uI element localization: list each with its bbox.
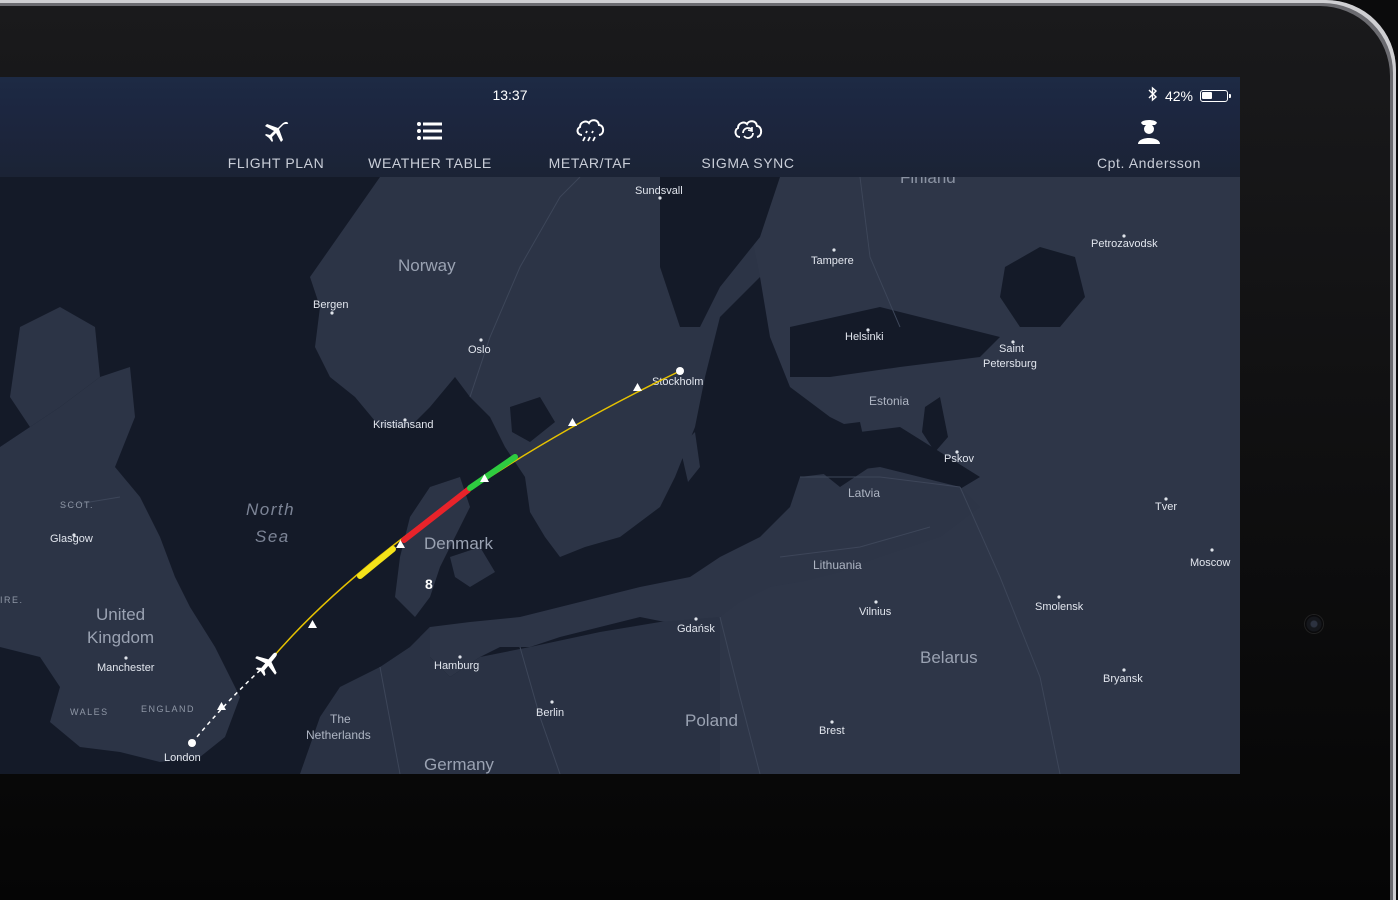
tab-sigma-sync-label: SIGMA SYNC — [701, 155, 795, 171]
label-netherlands-line1: The — [330, 712, 351, 726]
label-scotland: SCOT. — [60, 500, 94, 510]
label-latvia: Latvia — [848, 486, 880, 500]
tab-flight-plan-label: FLIGHT PLAN — [227, 155, 325, 171]
camera-lens — [1305, 615, 1323, 633]
label-sundsvall: Sundsvall — [635, 185, 683, 197]
label-tampere: Tampere — [811, 255, 854, 267]
label-estonia: Estonia — [869, 394, 909, 408]
label-england: ENGLAND — [141, 704, 195, 714]
label-wales: WALES — [70, 707, 109, 717]
label-norway: Norway — [398, 256, 456, 275]
label-berlin: Berlin — [536, 707, 564, 719]
label-brest: Brest — [819, 725, 845, 737]
tab-metar-taf-label: METAR/TAF — [548, 155, 632, 171]
battery-icon — [1200, 89, 1231, 102]
label-ireland: IRE. — [0, 595, 24, 605]
label-lithuania: Lithuania — [813, 558, 862, 572]
user-name-label: Cpt. Andersson — [1096, 155, 1202, 171]
list-icon — [416, 115, 444, 147]
label-gdansk: Gdańsk — [677, 623, 715, 635]
tab-flight-plan[interactable]: FLIGHT PLAN — [228, 111, 324, 177]
label-glasgow: Glasgow — [50, 533, 93, 545]
battery-fill — [1202, 91, 1212, 99]
app-screen: 13:37 42% FLIGHT PLAN WEATHER TABLE META… — [0, 77, 1240, 774]
origin-airport-dot[interactable] — [188, 739, 196, 747]
label-london: London — [164, 752, 201, 764]
label-belarus: Belarus — [920, 648, 978, 667]
destination-airport-dot[interactable] — [676, 367, 684, 375]
label-north-sea-line1: North — [246, 500, 295, 519]
label-bergen: Bergen — [313, 299, 348, 311]
battery-percent: 42% — [1164, 87, 1193, 104]
bluetooth-icon — [1148, 86, 1158, 105]
label-vilnius: Vilnius — [859, 606, 892, 618]
label-oslo: Oslo — [468, 344, 491, 356]
status-bar: 13:37 42% — [0, 77, 1240, 111]
label-saint-petersburg-line1: Saint — [999, 343, 1024, 355]
status-time: 13:37 — [492, 87, 528, 103]
label-germany: Germany — [424, 755, 494, 774]
label-pskov: Pskov — [944, 453, 974, 465]
label-kristiansand: Kristiansand — [373, 419, 434, 431]
label-bryansk: Bryansk — [1103, 673, 1143, 685]
label-hamburg: Hamburg — [434, 660, 479, 672]
label-helsinki: Helsinki — [845, 331, 884, 343]
pilot-icon — [1136, 115, 1162, 147]
label-denmark: Denmark — [424, 534, 493, 553]
route-marker-label: 8 — [425, 576, 433, 592]
label-netherlands-line2: Netherlands — [306, 728, 371, 742]
tab-metar-taf[interactable]: METAR/TAF — [547, 111, 633, 177]
label-manchester: Manchester — [97, 662, 155, 674]
label-moscow: Moscow — [1190, 557, 1230, 569]
label-uk-line2: Kingdom — [87, 628, 154, 647]
map-canvas[interactable]: Finland Norway Denmark Estonia Latvia Li… — [0, 177, 1240, 774]
map-view[interactable]: Finland Norway Denmark Estonia Latvia Li… — [0, 177, 1240, 774]
label-uk-line1: United — [96, 605, 145, 624]
cloud-sync-icon — [731, 115, 765, 147]
label-smolensk: Smolensk — [1035, 601, 1084, 613]
label-north-sea-line2: Sea — [255, 527, 290, 546]
label-petrozavodsk: Petrozavodsk — [1091, 238, 1158, 250]
tab-sigma-sync[interactable]: SIGMA SYNC — [701, 111, 795, 177]
main-toolbar: FLIGHT PLAN WEATHER TABLE METAR/TAF SIGM… — [0, 111, 1240, 178]
tab-weather-table[interactable]: WEATHER TABLE — [368, 111, 492, 177]
user-profile-button[interactable]: Cpt. Andersson — [1094, 111, 1204, 177]
label-finland: Finland — [900, 177, 956, 187]
tab-weather-table-label: WEATHER TABLE — [368, 155, 492, 171]
label-tver: Tver — [1155, 501, 1177, 513]
label-stockholm: Stockholm — [652, 376, 703, 388]
label-saint-petersburg-line2: Petersburg — [983, 358, 1037, 370]
airplane-icon — [262, 115, 290, 147]
label-poland: Poland — [685, 711, 738, 730]
cloud-rain-icon — [573, 115, 607, 147]
status-right: 42% — [1148, 86, 1231, 105]
